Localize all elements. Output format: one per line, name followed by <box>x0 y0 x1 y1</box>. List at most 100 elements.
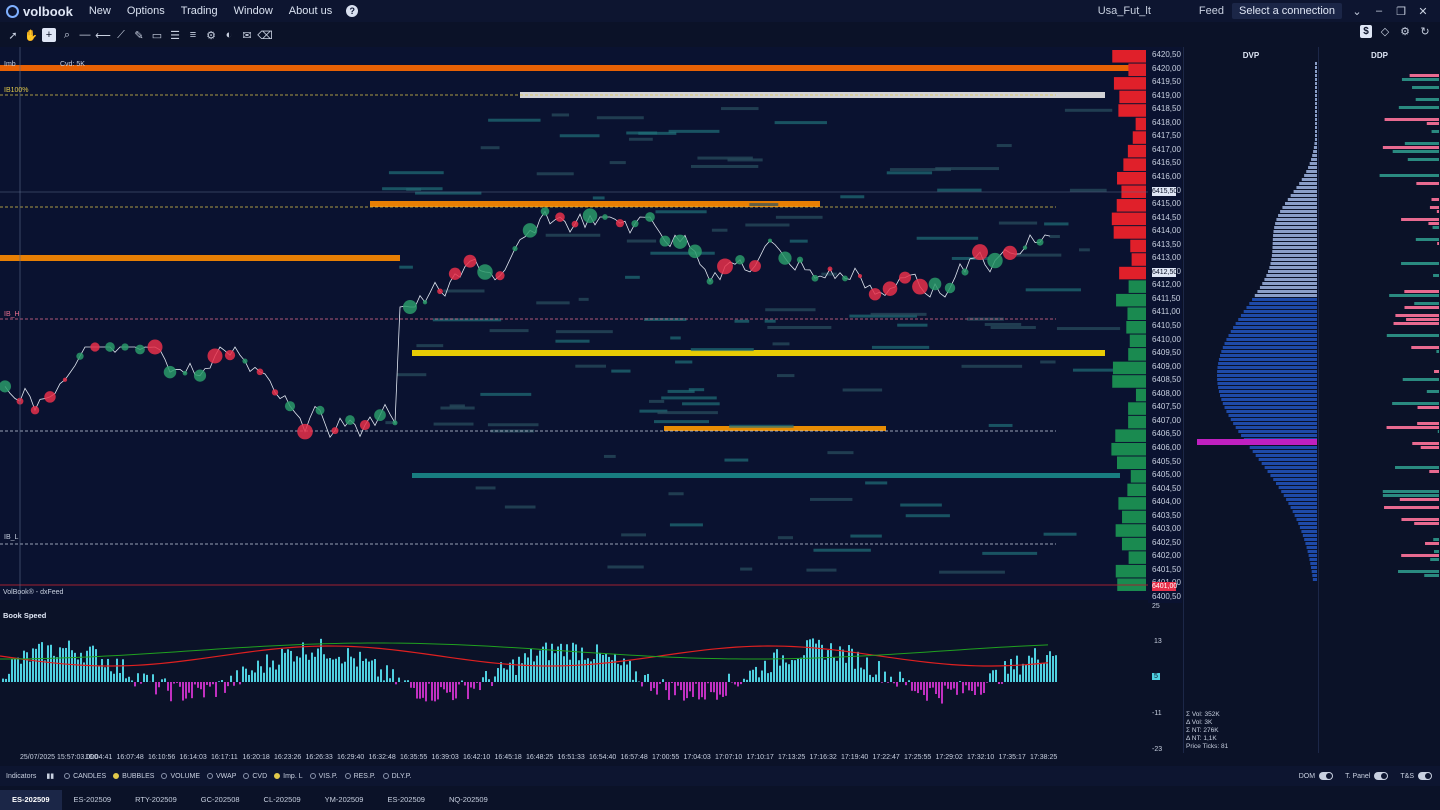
tab-instrument[interactable]: YM-202509 <box>313 790 376 810</box>
pointer-icon[interactable]: ➚ <box>6 28 20 42</box>
option-volume[interactable]: VOLUME <box>161 773 200 780</box>
stat-vol: Σ Vol: 352K <box>1186 711 1220 718</box>
bs-bar-neg <box>674 682 676 696</box>
radio-icon[interactable] <box>382 773 389 779</box>
tab-instrument[interactable]: ES-202509 <box>375 790 437 810</box>
trade-bubble <box>315 405 325 415</box>
bs-bar-pos <box>902 678 904 682</box>
hline-icon[interactable]: — <box>78 28 92 42</box>
menu-icon[interactable]: ≡ <box>186 28 200 42</box>
menu-window[interactable]: Window <box>226 5 281 17</box>
radio-icon[interactable] <box>64 773 71 779</box>
ts-toggle[interactable] <box>1418 772 1432 780</box>
maximize-icon[interactable]: ❐ <box>1394 5 1408 18</box>
option-cvd[interactable]: CVD <box>243 773 267 780</box>
radio-icon[interactable] <box>274 773 281 779</box>
price-line <box>4 210 1051 439</box>
settings-icon[interactable]: ⚙ <box>204 28 218 42</box>
bs-bar-neg <box>176 682 178 683</box>
tpanel-toggle[interactable] <box>1374 772 1389 780</box>
price-scale[interactable]: 6420,50 6420,00 6419,50 6419,00 6418,50 6418,… <box>1148 47 1182 603</box>
workspace-name[interactable]: Usa_Fut_lt <box>1098 5 1151 17</box>
minimize-icon[interactable]: – <box>1372 5 1386 17</box>
dvp-bar <box>1315 122 1317 125</box>
ruler-icon[interactable]: ✎ <box>132 28 146 42</box>
line-icon[interactable]: ⟋ <box>114 28 128 42</box>
option-vwap[interactable]: VWAP <box>207 773 236 780</box>
hand-icon[interactable]: ✋ <box>24 28 38 42</box>
refresh-icon[interactable]: ↻ <box>1418 24 1432 38</box>
connection-select[interactable]: Select a connection <box>1231 3 1342 19</box>
option-bubbles[interactable]: BUBBLES <box>113 773 154 780</box>
tab-instrument[interactable]: GC-202508 <box>189 790 252 810</box>
heat-cell <box>449 404 465 408</box>
heat-cell <box>809 497 853 501</box>
time-label: 16:45:18 <box>494 754 522 761</box>
bs-bar-pos <box>773 652 775 682</box>
ray-icon[interactable]: ⟵ <box>95 28 111 42</box>
dvp-bar <box>1304 174 1317 177</box>
tab-instrument[interactable]: RTY-202509 <box>123 790 189 810</box>
eraser-icon[interactable]: ⌫ <box>257 28 273 42</box>
radio-icon[interactable] <box>243 773 250 779</box>
rectangle-icon[interactable]: ▭ <box>150 28 164 42</box>
dvp-bar <box>1217 370 1317 373</box>
radio-icon[interactable] <box>207 773 214 779</box>
time-label: 16:23:26 <box>274 754 302 761</box>
close-icon[interactable]: ✕ <box>1416 5 1430 18</box>
radio-icon[interactable] <box>344 773 351 779</box>
app-name: volbook <box>23 3 73 19</box>
menu-trading[interactable]: Trading <box>173 5 226 17</box>
list-icon[interactable]: ☰ <box>168 28 182 42</box>
bs-bar-pos <box>533 661 535 682</box>
tab-instrument[interactable]: ES-202509 <box>62 790 124 810</box>
radio-icon[interactable] <box>309 773 316 779</box>
dvp-panel[interactable]: DVP Σ Vol: 352K Δ Vol: 3K Σ NT: 276K Δ N… <box>1183 47 1318 753</box>
option-visp[interactable]: VIS.P. <box>309 773 338 780</box>
tab-instrument[interactable]: ES-202509 <box>0 790 62 810</box>
heatmap-chart[interactable]: Imb Cvd: 5K IB100% IB_H IB_L VolBook® - … <box>0 47 1148 600</box>
book-speed-panel[interactable]: Book Speed <box>0 606 1148 753</box>
indicators-button[interactable]: Indicators <box>0 773 46 780</box>
tab-instrument[interactable]: CL-202509 <box>252 790 313 810</box>
crosshair-icon[interactable]: + <box>42 28 56 42</box>
option-dlyp[interactable]: DLY.P. <box>382 773 411 780</box>
settings-icon-right[interactable]: ⚙ <box>1398 24 1412 38</box>
chevron-down-icon[interactable]: ⌄ <box>1350 5 1364 18</box>
bs-bar-neg <box>437 682 439 700</box>
option-impl[interactable]: Imp. L <box>274 773 303 780</box>
ddp-bar <box>1437 242 1439 245</box>
dvp-bar <box>1312 574 1317 577</box>
bs-bar-neg <box>140 682 142 684</box>
ddp-bar <box>1417 422 1439 425</box>
help-icon[interactable]: ? <box>346 5 359 17</box>
drop-icon[interactable]: ◐ <box>222 28 236 42</box>
menu-options[interactable]: Options <box>119 5 173 17</box>
bs-bar-pos <box>791 660 793 682</box>
bs-bar-pos <box>818 639 820 682</box>
bs-bar-pos <box>578 660 580 682</box>
option-resp[interactable]: RES.P. <box>344 773 376 780</box>
dom-bar <box>1118 104 1146 117</box>
ddp-bar <box>1433 538 1439 541</box>
erase-icon[interactable]: ◇ <box>1378 24 1392 38</box>
comment-icon[interactable]: ✉ <box>240 28 254 42</box>
bs-bar-neg <box>449 682 451 693</box>
menu-about[interactable]: About us <box>281 5 340 17</box>
dollar-icon[interactable]: $ <box>1360 24 1372 38</box>
ddp-profile <box>1379 74 1439 577</box>
menu-new[interactable]: New <box>81 5 119 17</box>
option-candles[interactable]: CANDLES <box>64 773 106 780</box>
dvp-bar <box>1275 222 1317 225</box>
dom-toggle[interactable] <box>1319 772 1334 780</box>
radio-icon[interactable] <box>161 773 168 779</box>
bar-chart-icon[interactable]: ▮▮ <box>46 772 54 780</box>
radio-icon[interactable] <box>113 773 120 779</box>
time-label: 16:20:18 <box>242 754 270 761</box>
tab-instrument[interactable]: NQ-202509 <box>437 790 500 810</box>
ddp-panel[interactable]: DDP <box>1318 47 1440 753</box>
heat-cell <box>416 344 444 348</box>
zoom-icon[interactable]: ⌕ <box>60 28 74 42</box>
trade-bubble <box>912 278 928 295</box>
heat-cell <box>592 196 605 200</box>
